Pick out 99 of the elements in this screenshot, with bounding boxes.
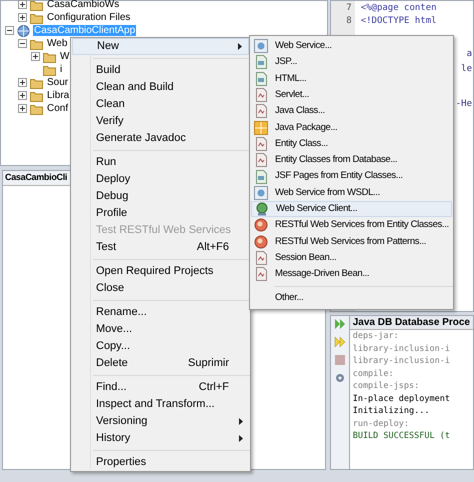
- output-line: In-place deployment: [352, 392, 451, 405]
- file-icon: [254, 136, 268, 151]
- folder-icon: [30, 90, 43, 102]
- menu-item[interactable]: Move...: [72, 321, 249, 338]
- menu-item[interactable]: Close: [72, 280, 249, 297]
- code-fragment: a: [466, 48, 472, 61]
- menu-item[interactable]: Deploy: [72, 171, 249, 188]
- expand-icon[interactable]: [31, 52, 40, 61]
- menu-item[interactable]: Message-Driven Bean...: [251, 266, 452, 282]
- output-line: Initializing...: [352, 405, 430, 418]
- expand-icon[interactable]: [18, 104, 27, 113]
- folder-icon: [30, 76, 43, 88]
- menu-item[interactable]: JSP...: [251, 54, 452, 71]
- menu-item[interactable]: Rename...: [72, 304, 249, 321]
- output-line: library-inclusion-i: [352, 342, 451, 355]
- file-icon: [254, 104, 268, 118]
- menu-item[interactable]: Entity Class...: [251, 136, 452, 152]
- tree-item-label[interactable]: Configuration Files: [46, 12, 132, 23]
- expand-icon[interactable]: [18, 78, 27, 87]
- menu-item[interactable]: Delete Suprimir: [72, 355, 249, 372]
- menu-item[interactable]: Run: [72, 154, 249, 171]
- tree-item-label[interactable]: CasaCambioWs: [46, 0, 120, 10]
- expand-icon[interactable]: [18, 13, 27, 22]
- document-icon: [254, 170, 268, 184]
- globe-icon: [255, 202, 269, 216]
- menu-item[interactable]: Java Class...: [251, 103, 452, 120]
- menu-item[interactable]: RESTful Web Services from Entity Classes...: [251, 217, 452, 234]
- output-line: compile-jsps:: [352, 380, 420, 392]
- expand-icon[interactable]: [18, 91, 27, 100]
- tree-item-label[interactable]: Sour: [46, 77, 70, 88]
- code-line: <%@page conten: [360, 2, 438, 15]
- menu-item[interactable]: Find... Ctrl+F: [72, 379, 249, 396]
- folder-icon: [43, 50, 56, 62]
- collapse-icon[interactable]: [5, 26, 14, 35]
- menu-item[interactable]: Test Alt+F6: [72, 239, 249, 256]
- output-line: BUILD SUCCESSFUL (t: [352, 430, 451, 442]
- collapse-icon[interactable]: [18, 39, 27, 48]
- tree-item-label[interactable]: Libra: [46, 90, 70, 101]
- tree-item-label[interactable]: i: [59, 64, 64, 75]
- submenu-arrow-icon: [238, 43, 242, 50]
- menu-item[interactable]: HTML...: [251, 70, 452, 87]
- menu-item[interactable]: Verify: [72, 113, 249, 130]
- output-line: run-deploy:: [352, 418, 410, 430]
- menu-item[interactable]: Versioning: [72, 413, 249, 430]
- folder-icon: [30, 12, 43, 24]
- folder-icon: [43, 64, 56, 76]
- output-line: deps-jar:: [352, 330, 400, 342]
- folder-icon: [30, 102, 43, 114]
- rest-icon: [254, 234, 268, 249]
- tree-item-label[interactable]: Web: [46, 38, 68, 49]
- menu-item[interactable]: RESTful Web Services from Patterns...: [251, 234, 452, 250]
- package-icon: [254, 120, 268, 135]
- menu-item[interactable]: History: [72, 430, 249, 447]
- file-icon: [254, 88, 268, 102]
- folder-icon: [30, 0, 43, 10]
- menu-item[interactable]: Clean and Build: [72, 79, 249, 96]
- service-icon: [254, 186, 268, 200]
- menu-item[interactable]: Clean: [72, 96, 249, 113]
- tree-item-label[interactable]: Conf: [46, 103, 70, 114]
- menu-item[interactable]: JSF Pages from Entity Classes...: [251, 168, 452, 185]
- tree-item-label[interactable]: W: [59, 51, 70, 62]
- code-line: <!DOCTYPE html: [360, 15, 438, 28]
- document-icon: [254, 55, 268, 70]
- fast-forward-icon[interactable]: [334, 336, 346, 348]
- menu-item[interactable]: Java Package...: [251, 119, 452, 136]
- output-line: compile:: [352, 368, 395, 380]
- submenu-arrow-icon: [239, 435, 243, 442]
- menu-item[interactable]: Inspect and Transform...: [72, 396, 249, 413]
- submenu-arrow-icon: [239, 418, 243, 425]
- file-icon: [254, 153, 268, 168]
- menu-item[interactable]: Profile: [72, 205, 249, 222]
- line-number: 8: [346, 15, 352, 28]
- globe-icon: [17, 24, 30, 36]
- file-icon: [254, 267, 268, 282]
- menu-item[interactable]: Web Service...: [251, 38, 452, 54]
- rest-icon: [254, 218, 268, 232]
- menu-item[interactable]: Build: [72, 62, 249, 79]
- menu-item[interactable]: Session Bean...: [251, 250, 452, 266]
- menu-item[interactable]: New: [72, 38, 249, 55]
- line-number: 7: [346, 2, 352, 15]
- menu-item[interactable]: Web Service Client...: [251, 200, 452, 218]
- folder-icon: [30, 38, 43, 50]
- menu-item[interactable]: Generate Javadoc: [72, 130, 249, 147]
- code-fragment: -He: [456, 98, 472, 111]
- service-icon: [254, 39, 268, 54]
- menu-item[interactable]: Open Required Projects: [72, 263, 249, 280]
- menu-item[interactable]: Web Service from WSDL...: [251, 184, 452, 201]
- code-fragment: le: [461, 63, 472, 76]
- expand-icon[interactable]: [18, 0, 27, 9]
- menu-item[interactable]: Copy...: [72, 338, 249, 355]
- file-icon: [254, 251, 268, 265]
- menu-item[interactable]: Properties: [72, 454, 249, 471]
- output-line: library-inclusion-i: [352, 355, 451, 368]
- menu-item[interactable]: Entity Classes from Database...: [251, 152, 452, 168]
- document-icon: [254, 72, 268, 86]
- menu-item[interactable]: Servlet...: [251, 86, 452, 104]
- menu-item[interactable]: Other...: [251, 290, 452, 307]
- menu-item[interactable]: Debug: [72, 188, 249, 205]
- panel-tab[interactable]: CasaCambioCli: [5, 171, 68, 185]
